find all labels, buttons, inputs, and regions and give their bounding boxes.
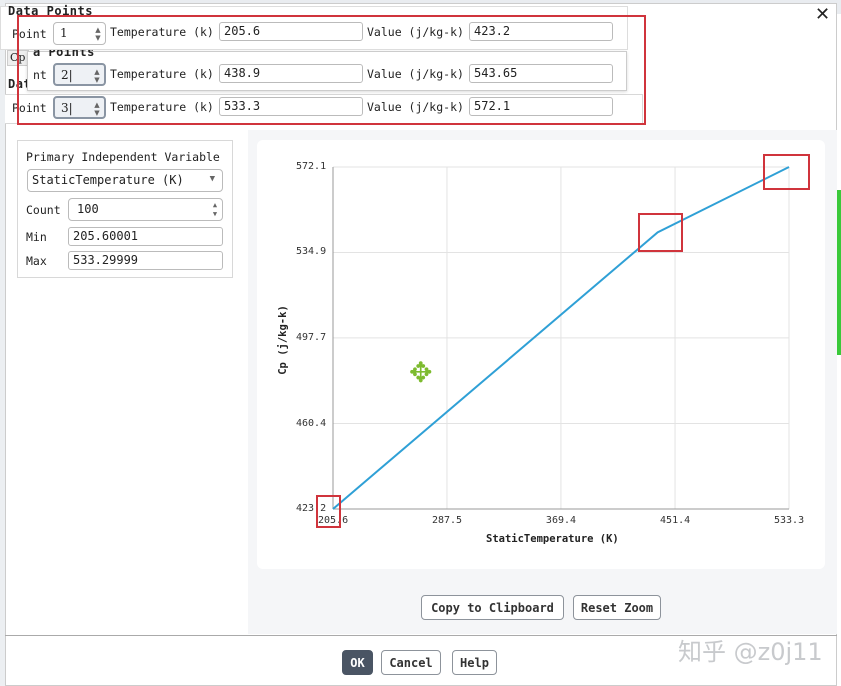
x-tick-label: 533.3 — [774, 515, 805, 526]
annotation-box — [638, 213, 683, 252]
reset-zoom-button[interactable]: Reset Zoom — [573, 595, 661, 620]
x-tick-label: 369.4 — [545, 515, 577, 526]
x-axis-label: StaticTemperature (K) — [486, 533, 619, 545]
x-tick-label: 287.5 — [431, 515, 463, 526]
help-button[interactable]: Help — [452, 650, 497, 675]
copy-to-clipboard-button[interactable]: Copy to Clipboard — [421, 595, 564, 620]
chart[interactable] — [0, 0, 841, 686]
ok-button[interactable]: OK — [342, 650, 373, 675]
y-tick-label: 460.4 — [296, 417, 327, 429]
y-tick-label: 572.1 — [296, 161, 327, 172]
y-tick-label: 497.7 — [296, 331, 327, 343]
y-tick-label: 534.9 — [296, 246, 327, 258]
move-cursor-icon: ✥ — [409, 356, 433, 389]
cancel-button[interactable]: Cancel — [381, 650, 441, 675]
watermark: 知乎 @z0j11 — [678, 638, 823, 666]
x-tick-label: 451.4 — [660, 515, 691, 526]
y-axis-label: Cp (j/kg-k) — [277, 305, 289, 375]
annotation-box — [316, 495, 341, 528]
annotation-box — [763, 154, 810, 190]
